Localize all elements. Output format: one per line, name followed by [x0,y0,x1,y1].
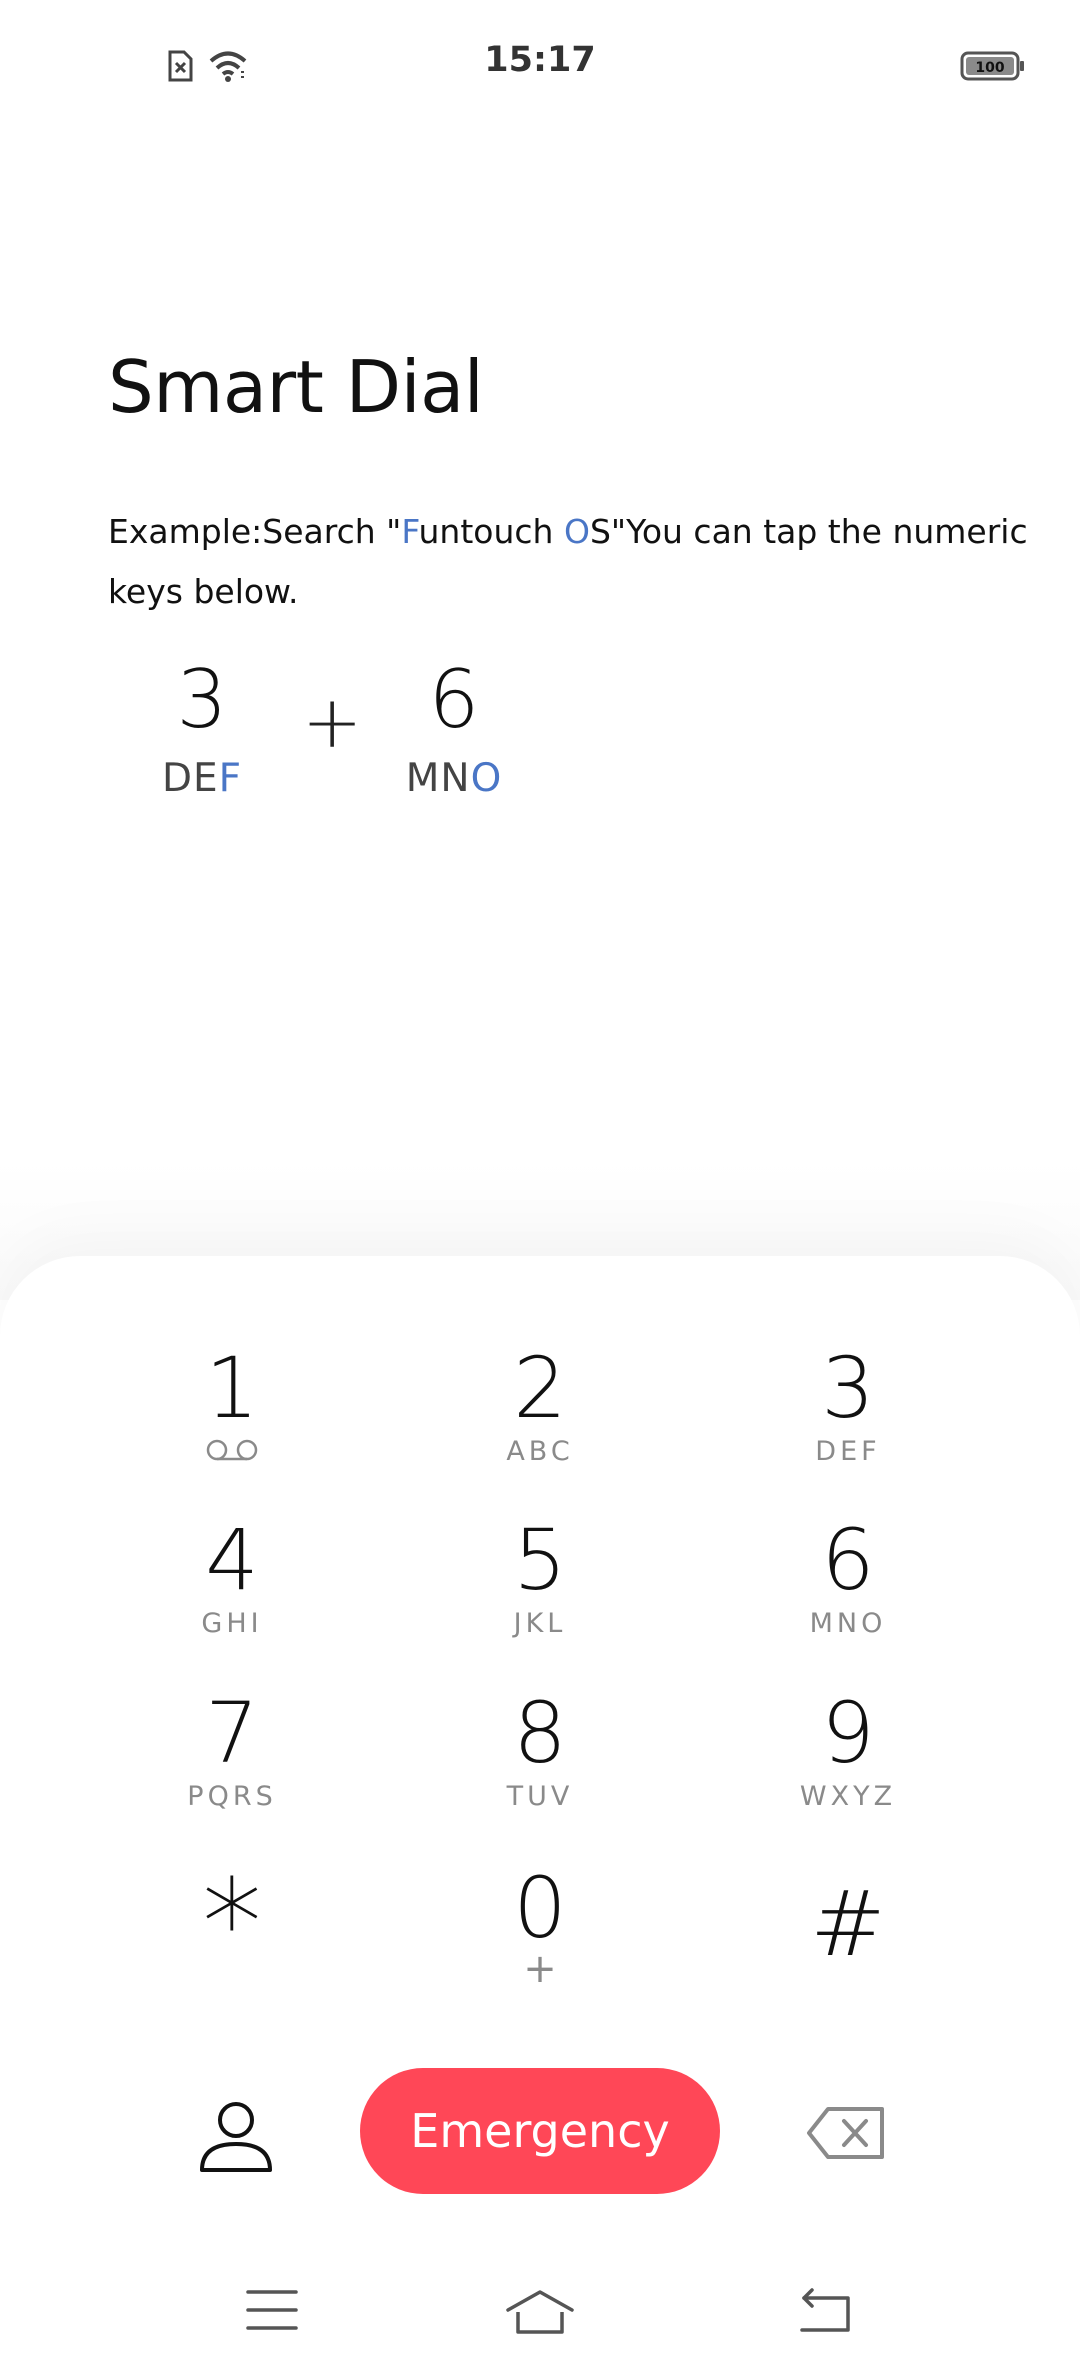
smart-dial-hint: Example:Search "Funtouch OS"You can tap … [108,502,1028,622]
hint-text: untouch [418,512,564,551]
example-digit: 6 [428,653,480,746]
dial-key-0[interactable]: 0 + [410,1860,670,2020]
menu-icon[interactable] [246,2288,298,2332]
key-letters: MNO [809,1608,887,1639]
dial-key-9[interactable]: 9 WXYZ [718,1685,978,1845]
emergency-button[interactable]: Emergency [360,2068,720,2194]
key-letters: WXYZ [799,1781,897,1812]
dial-key-2[interactable]: 2 ABC [410,1340,670,1500]
status-time: 15:17 [484,40,596,80]
dial-key-5[interactable]: 5 JKL [410,1512,670,1672]
hint-text: Example:Search " [108,512,402,551]
dial-key-6[interactable]: 6 MNO [718,1512,978,1672]
key-digit: 0 [513,1859,567,1957]
example-letters: DEF [161,756,243,801]
dial-key-4[interactable]: 4 GHI [102,1512,362,1672]
key-digit: 7 [205,1684,259,1782]
key-digit: 2 [513,1339,567,1437]
battery-icon: 100 [960,51,1024,81]
key-digit: 6 [821,1511,875,1609]
key-digit: 1 [205,1339,259,1437]
home-icon[interactable] [504,2288,576,2336]
backspace-icon[interactable] [806,2106,886,2160]
battery-level: 100 [975,60,1004,76]
voicemail-icon [206,1439,258,1461]
hint-highlight: O [563,512,590,551]
page-title: Smart Dial [108,345,484,429]
key-digit: 3 [821,1339,875,1437]
key-letters: + [523,1946,557,1992]
dial-key-star[interactable]: * [102,1860,362,2020]
key-digit: * [202,1855,262,1994]
example-key-3: 3 DEF [122,650,282,801]
key-letters: ABC [506,1436,574,1467]
key-letters: DEF [815,1436,881,1467]
dial-key-3[interactable]: 3 DEF [718,1340,978,1500]
dial-key-7[interactable]: 7 PQRS [102,1685,362,1845]
example-digit: 3 [176,653,228,746]
status-bar: 15:17 100 [0,0,1080,130]
key-letters: JKL [513,1608,567,1639]
smart-dial-example: 3 DEF + 6 MNO [0,650,600,820]
example-plus: + [302,680,363,764]
key-digit: 8 [513,1684,567,1782]
key-digit: 5 [513,1511,567,1609]
back-icon[interactable] [798,2288,854,2334]
dial-key-hash[interactable]: # [718,1860,978,2020]
dial-key-1[interactable]: 1 [102,1340,362,1500]
key-letters: GHI [201,1608,263,1639]
person-icon[interactable] [196,2098,276,2178]
key-digit: 9 [821,1684,875,1782]
key-letters: TUV [506,1781,574,1812]
dial-key-8[interactable]: 8 TUV [410,1685,670,1845]
key-digit: 4 [205,1511,259,1609]
hint-highlight: F [401,512,419,551]
example-key-6: 6 MNO [374,650,534,801]
key-digit: # [810,1872,886,1977]
key-letters: PQRS [187,1781,277,1812]
example-letters: MNO [405,756,503,801]
